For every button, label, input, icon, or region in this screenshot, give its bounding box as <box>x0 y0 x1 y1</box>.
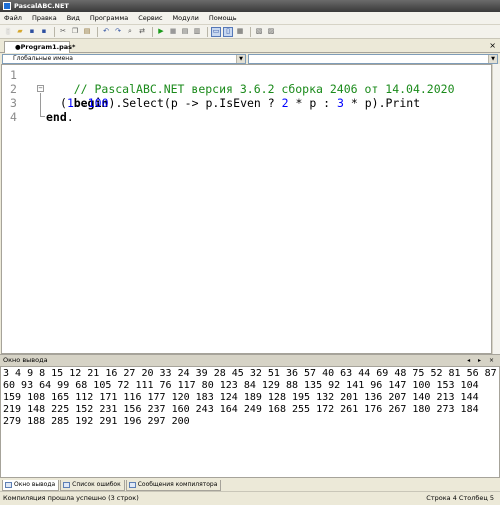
new-file-icon[interactable]: ▯ <box>3 27 13 37</box>
output-window-icon <box>5 482 12 488</box>
toolbar-separator <box>54 26 55 37</box>
code-text: * p : <box>288 96 338 110</box>
code-punct: .. <box>73 96 88 110</box>
redo-icon[interactable]: ↷ <box>113 27 123 37</box>
format-icon[interactable]: ▦ <box>235 27 245 37</box>
help-icon[interactable]: ▨ <box>266 27 276 37</box>
menu-edit[interactable]: Правка <box>32 14 57 22</box>
chevron-down-icon[interactable]: ▼ <box>236 55 245 63</box>
save-all-icon[interactable]: ▪ <box>39 27 49 37</box>
line-number: 4 <box>10 110 17 124</box>
menu-service[interactable]: Сервис <box>138 14 162 22</box>
line-number: 3 <box>10 96 17 110</box>
title-bar: PascalABC.NET <box>0 0 500 12</box>
code-punct: . <box>66 110 74 124</box>
global-names-select[interactable]: Глобальные имена ▼ <box>2 54 246 64</box>
paste-icon[interactable]: ▤ <box>82 27 92 37</box>
tab-error-list-label: Список ошибок <box>72 481 121 488</box>
output-panel-header: Окно вывода ◂ ▸ × <box>0 354 500 366</box>
tab-program1[interactable]: ●Program1.pas* <box>4 41 75 53</box>
chevron-down-icon[interactable]: ▼ <box>488 55 497 63</box>
toolbar-separator <box>152 26 153 37</box>
debug-icon[interactable]: ▥ <box>192 27 202 37</box>
code-keyword: end <box>46 110 67 124</box>
editor-scrollbar[interactable] <box>492 64 500 354</box>
error-list-icon <box>63 482 71 488</box>
replace-icon[interactable]: ⇄ <box>137 27 147 37</box>
menu-view[interactable]: Вид <box>67 14 80 22</box>
global-names-value: Глобальные имена <box>13 55 73 62</box>
line-number: 1 <box>10 68 17 82</box>
code-editor[interactable]: 1 2 3 4 − // PascalABC.NET версия 3.6.2 … <box>1 64 492 354</box>
toolbar-separator <box>97 26 98 37</box>
menu-modules[interactable]: Модули <box>173 14 199 22</box>
open-icon[interactable]: ▰ <box>15 27 25 37</box>
cut-icon[interactable]: ✂ <box>58 27 68 37</box>
tab-compiler-messages[interactable]: Сообщения компилятора <box>125 480 222 491</box>
step-icon[interactable]: ▤ <box>180 27 190 37</box>
code-number: 1 <box>66 96 74 110</box>
stop-icon[interactable]: ■ <box>168 27 178 37</box>
status-message: Компиляция прошла успешно (3 строк) <box>3 494 139 502</box>
run-icon[interactable]: ▶ <box>156 27 166 37</box>
fold-guide-end <box>40 116 45 117</box>
tab-output-window[interactable]: Окно вывода <box>2 480 60 491</box>
menu-bar: Файл Правка Вид Программа Сервис Модули … <box>0 12 500 25</box>
code-punct: ( <box>60 96 67 110</box>
window-title: PascalABC.NET <box>14 2 69 10</box>
tab-error-list[interactable]: Список ошибок <box>60 480 125 491</box>
find-icon[interactable]: ⌕ <box>125 27 135 37</box>
toolbar-separator <box>207 26 208 37</box>
output-panel-controls[interactable]: ◂ ▸ × <box>467 355 497 366</box>
line-number: 2 <box>10 82 17 96</box>
output-text: 3 4 9 8 15 12 21 16 27 20 33 24 39 28 45… <box>0 366 500 478</box>
code-line-4: end. <box>46 110 74 124</box>
tab-strip: ●Program1.pas* × <box>0 39 500 53</box>
copy-icon[interactable]: ❐ <box>70 27 80 37</box>
code-number: 100 <box>87 96 109 110</box>
status-bar: Компиляция прошла успешно (3 строк) Стро… <box>0 491 500 505</box>
line-number-gutter: 1 2 3 4 <box>2 65 38 353</box>
code-text: * p).Print <box>343 96 421 110</box>
cursor-position: Строка 4 Столбец 5 <box>426 494 494 502</box>
toolbar: ▯ ▰ ▪ ▪ ✂ ❐ ▤ ↶ ↷ ⌕ ⇄ ▶ ■ ▤ ▥ ▭ ▯ ▦ ▧ ▨ <box>0 25 500 39</box>
bottom-tab-strip: Окно вывода Список ошибок Сообщения комп… <box>0 479 500 491</box>
fold-guide <box>40 93 41 117</box>
code-comment: // PascalABC.NET версия 3.6.2 сборка 240… <box>73 82 455 96</box>
settings-icon[interactable]: ▧ <box>254 27 264 37</box>
app-icon <box>3 2 11 10</box>
menu-help[interactable]: Помощь <box>209 14 237 22</box>
compiler-messages-icon <box>128 482 136 488</box>
undo-icon[interactable]: ↶ <box>101 27 111 37</box>
output-panel-icon[interactable]: ▭ <box>211 26 221 37</box>
navigation-bar: Глобальные имена ▼ ▼ <box>0 53 500 64</box>
code-line-3: (1..100).Select(p -> p.IsEven ? 2 * p : … <box>60 96 420 110</box>
toolbar-separator <box>250 26 251 37</box>
code-number: 3 <box>337 96 344 110</box>
menu-program[interactable]: Программа <box>90 14 128 22</box>
tab-compiler-messages-label: Сообщения компилятора <box>137 481 218 488</box>
code-text: ).Select(p -> p.IsEven ? <box>108 96 282 110</box>
split-icon[interactable]: ▯ <box>223 26 233 37</box>
tab-output-window-label: Окно вывода <box>14 481 56 488</box>
menu-file[interactable]: Файл <box>4 14 22 22</box>
close-tab-icon[interactable]: × <box>489 41 496 50</box>
save-icon[interactable]: ▪ <box>27 27 37 37</box>
code-number: 2 <box>281 96 289 110</box>
output-panel-title: Окно вывода <box>3 356 48 364</box>
fold-collapse-icon[interactable]: − <box>37 85 44 92</box>
members-select[interactable]: ▼ <box>248 54 498 64</box>
